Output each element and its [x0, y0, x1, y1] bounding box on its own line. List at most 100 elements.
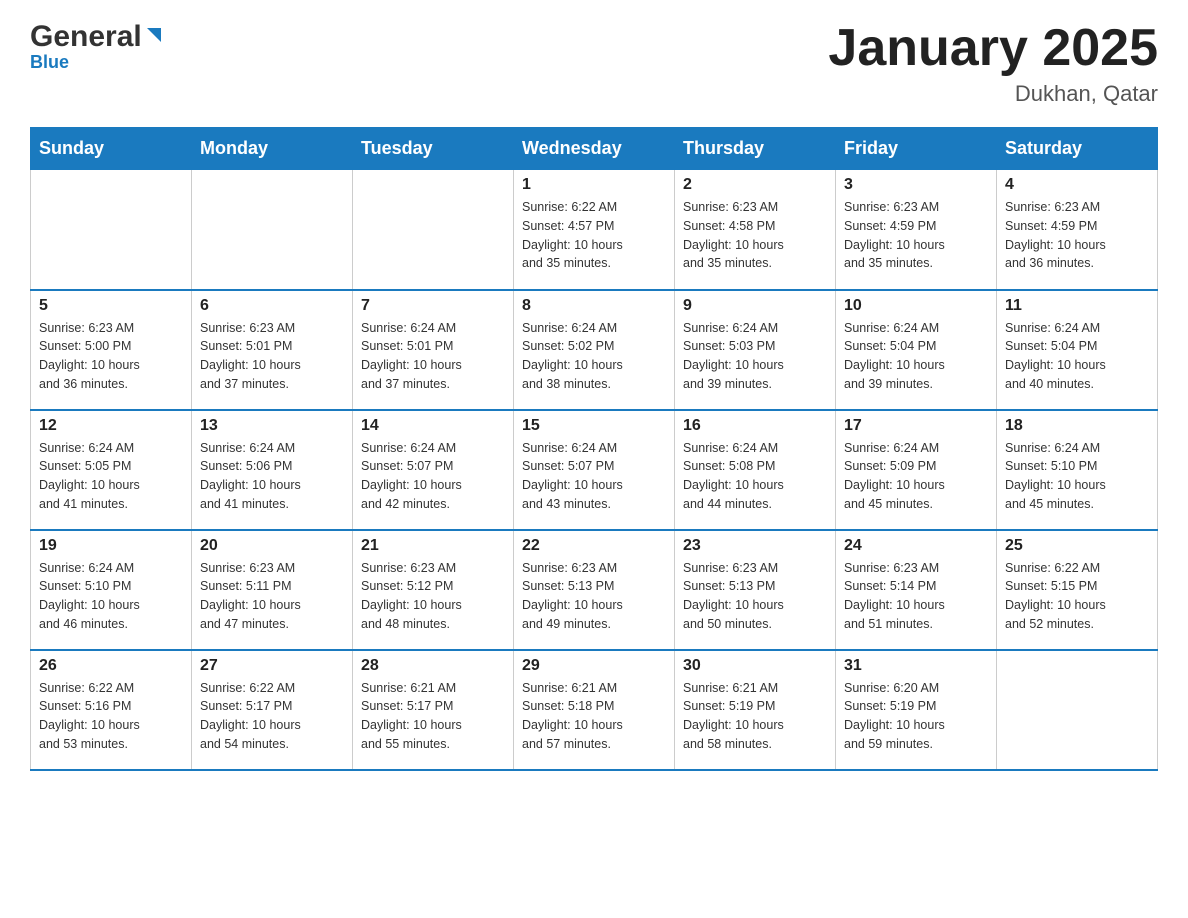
header-monday: Monday — [192, 128, 353, 170]
day-number: 10 — [844, 297, 988, 315]
calendar-cell: 24 Sunrise: 6:23 AM Sunset: 5:14 PM Dayli… — [836, 530, 997, 650]
day-info: Sunrise: 6:24 AM Sunset: 5:07 PM Dayligh… — [522, 439, 666, 514]
day-info: Sunrise: 6:22 AM Sunset: 4:57 PM Dayligh… — [522, 198, 666, 273]
logo-arrow-icon — [143, 24, 165, 46]
calendar-week-row: 12 Sunrise: 6:24 AM Sunset: 5:05 PM Dayli… — [31, 410, 1158, 530]
calendar-cell: 23 Sunrise: 6:23 AM Sunset: 5:13 PM Dayli… — [675, 530, 836, 650]
day-number: 12 — [39, 417, 183, 435]
calendar-cell: 31 Sunrise: 6:20 AM Sunset: 5:19 PM Dayli… — [836, 650, 997, 770]
day-info: Sunrise: 6:24 AM Sunset: 5:04 PM Dayligh… — [1005, 319, 1149, 394]
calendar-cell: 25 Sunrise: 6:22 AM Sunset: 5:15 PM Dayli… — [997, 530, 1158, 650]
day-number: 18 — [1005, 417, 1149, 435]
calendar-cell: 14 Sunrise: 6:24 AM Sunset: 5:07 PM Dayli… — [353, 410, 514, 530]
day-info: Sunrise: 6:24 AM Sunset: 5:06 PM Dayligh… — [200, 439, 344, 514]
day-info: Sunrise: 6:24 AM Sunset: 5:09 PM Dayligh… — [844, 439, 988, 514]
calendar-cell: 8 Sunrise: 6:24 AM Sunset: 5:02 PM Daylig… — [514, 290, 675, 410]
day-info: Sunrise: 6:24 AM Sunset: 5:10 PM Dayligh… — [1005, 439, 1149, 514]
day-number: 16 — [683, 417, 827, 435]
day-number: 9 — [683, 297, 827, 315]
calendar-cell: 2Sunrise: 6:23 AM Sunset: 4:58 PM Daylig… — [675, 170, 836, 290]
day-number: 19 — [39, 537, 183, 555]
calendar-cell: 17Sunrise: 6:24 AM Sunset: 5:09 PM Dayli… — [836, 410, 997, 530]
calendar-cell — [31, 170, 192, 290]
day-info: Sunrise: 6:22 AM Sunset: 5:15 PM Dayligh… — [1005, 559, 1149, 634]
calendar-week-row: 19 Sunrise: 6:24 AM Sunset: 5:10 PM Dayli… — [31, 530, 1158, 650]
day-number: 8 — [522, 297, 666, 315]
day-number: 22 — [522, 537, 666, 555]
header-wednesday: Wednesday — [514, 128, 675, 170]
day-info: Sunrise: 6:22 AM Sunset: 5:16 PM Dayligh… — [39, 679, 183, 754]
calendar-table: SundayMondayTuesdayWednesdayThursdayFrid… — [30, 127, 1158, 771]
calendar-header-row: SundayMondayTuesdayWednesdayThursdayFrid… — [31, 128, 1158, 170]
day-number: 13 — [200, 417, 344, 435]
day-info: Sunrise: 6:23 AM Sunset: 5:01 PM Dayligh… — [200, 319, 344, 394]
calendar-cell — [192, 170, 353, 290]
day-number: 25 — [1005, 537, 1149, 555]
day-number: 14 — [361, 417, 505, 435]
day-number: 4 — [1005, 176, 1149, 194]
calendar-cell: 21Sunrise: 6:23 AM Sunset: 5:12 PM Dayli… — [353, 530, 514, 650]
day-info: Sunrise: 6:24 AM Sunset: 5:05 PM Dayligh… — [39, 439, 183, 514]
day-info: Sunrise: 6:22 AM Sunset: 5:17 PM Dayligh… — [200, 679, 344, 754]
calendar-cell: 9 Sunrise: 6:24 AM Sunset: 5:03 PM Daylig… — [675, 290, 836, 410]
header-thursday: Thursday — [675, 128, 836, 170]
calendar-cell — [353, 170, 514, 290]
logo-general-text: General — [30, 20, 142, 54]
day-number: 11 — [1005, 297, 1149, 315]
day-number: 7 — [361, 297, 505, 315]
location-text: Dukhan, Qatar — [828, 81, 1158, 107]
day-info: Sunrise: 6:23 AM Sunset: 5:14 PM Dayligh… — [844, 559, 988, 634]
day-info: Sunrise: 6:21 AM Sunset: 5:17 PM Dayligh… — [361, 679, 505, 754]
calendar-cell: 29Sunrise: 6:21 AM Sunset: 5:18 PM Dayli… — [514, 650, 675, 770]
day-number: 24 — [844, 537, 988, 555]
day-number: 1 — [522, 176, 666, 194]
day-info: Sunrise: 6:23 AM Sunset: 5:13 PM Dayligh… — [683, 559, 827, 634]
day-info: Sunrise: 6:24 AM Sunset: 5:07 PM Dayligh… — [361, 439, 505, 514]
day-number: 20 — [200, 537, 344, 555]
calendar-cell: 10Sunrise: 6:24 AM Sunset: 5:04 PM Dayli… — [836, 290, 997, 410]
day-info: Sunrise: 6:20 AM Sunset: 5:19 PM Dayligh… — [844, 679, 988, 754]
calendar-cell: 19 Sunrise: 6:24 AM Sunset: 5:10 PM Dayli… — [31, 530, 192, 650]
day-info: Sunrise: 6:23 AM Sunset: 4:58 PM Dayligh… — [683, 198, 827, 273]
calendar-cell: 27Sunrise: 6:22 AM Sunset: 5:17 PM Dayli… — [192, 650, 353, 770]
header-sunday: Sunday — [31, 128, 192, 170]
day-number: 15 — [522, 417, 666, 435]
calendar-week-row: 26Sunrise: 6:22 AM Sunset: 5:16 PM Dayli… — [31, 650, 1158, 770]
calendar-cell: 28 Sunrise: 6:21 AM Sunset: 5:17 PM Dayli… — [353, 650, 514, 770]
header-tuesday: Tuesday — [353, 128, 514, 170]
calendar-cell: 1 Sunrise: 6:22 AM Sunset: 4:57 PM Daylig… — [514, 170, 675, 290]
day-number: 5 — [39, 297, 183, 315]
header-friday: Friday — [836, 128, 997, 170]
logo: General Blue — [30, 20, 165, 73]
calendar-cell: 13 Sunrise: 6:24 AM Sunset: 5:06 PM Dayli… — [192, 410, 353, 530]
day-info: Sunrise: 6:24 AM Sunset: 5:01 PM Dayligh… — [361, 319, 505, 394]
calendar-cell: 6Sunrise: 6:23 AM Sunset: 5:01 PM Daylig… — [192, 290, 353, 410]
day-number: 30 — [683, 657, 827, 675]
day-info: Sunrise: 6:23 AM Sunset: 4:59 PM Dayligh… — [844, 198, 988, 273]
day-number: 28 — [361, 657, 505, 675]
calendar-cell: 15 Sunrise: 6:24 AM Sunset: 5:07 PM Dayli… — [514, 410, 675, 530]
calendar-cell: 4Sunrise: 6:23 AM Sunset: 4:59 PM Daylig… — [997, 170, 1158, 290]
calendar-week-row: 1 Sunrise: 6:22 AM Sunset: 4:57 PM Daylig… — [31, 170, 1158, 290]
calendar-cell: 20Sunrise: 6:23 AM Sunset: 5:11 PM Dayli… — [192, 530, 353, 650]
calendar-cell: 12 Sunrise: 6:24 AM Sunset: 5:05 PM Dayli… — [31, 410, 192, 530]
day-number: 23 — [683, 537, 827, 555]
header-saturday: Saturday — [997, 128, 1158, 170]
day-number: 31 — [844, 657, 988, 675]
day-info: Sunrise: 6:21 AM Sunset: 5:18 PM Dayligh… — [522, 679, 666, 754]
calendar-cell: 16 Sunrise: 6:24 AM Sunset: 5:08 PM Dayli… — [675, 410, 836, 530]
calendar-week-row: 5Sunrise: 6:23 AM Sunset: 5:00 PM Daylig… — [31, 290, 1158, 410]
calendar-cell: 7 Sunrise: 6:24 AM Sunset: 5:01 PM Daylig… — [353, 290, 514, 410]
page-header: General Blue January 2025 Dukhan, Qatar — [30, 20, 1158, 107]
day-info: Sunrise: 6:24 AM Sunset: 5:08 PM Dayligh… — [683, 439, 827, 514]
calendar-cell: 5Sunrise: 6:23 AM Sunset: 5:00 PM Daylig… — [31, 290, 192, 410]
day-info: Sunrise: 6:24 AM Sunset: 5:10 PM Dayligh… — [39, 559, 183, 634]
calendar-cell: 26Sunrise: 6:22 AM Sunset: 5:16 PM Dayli… — [31, 650, 192, 770]
day-info: Sunrise: 6:23 AM Sunset: 5:13 PM Dayligh… — [522, 559, 666, 634]
day-info: Sunrise: 6:24 AM Sunset: 5:03 PM Dayligh… — [683, 319, 827, 394]
day-info: Sunrise: 6:21 AM Sunset: 5:19 PM Dayligh… — [683, 679, 827, 754]
day-number: 3 — [844, 176, 988, 194]
day-info: Sunrise: 6:23 AM Sunset: 5:12 PM Dayligh… — [361, 559, 505, 634]
day-info: Sunrise: 6:24 AM Sunset: 5:02 PM Dayligh… — [522, 319, 666, 394]
calendar-cell: 18 Sunrise: 6:24 AM Sunset: 5:10 PM Dayli… — [997, 410, 1158, 530]
